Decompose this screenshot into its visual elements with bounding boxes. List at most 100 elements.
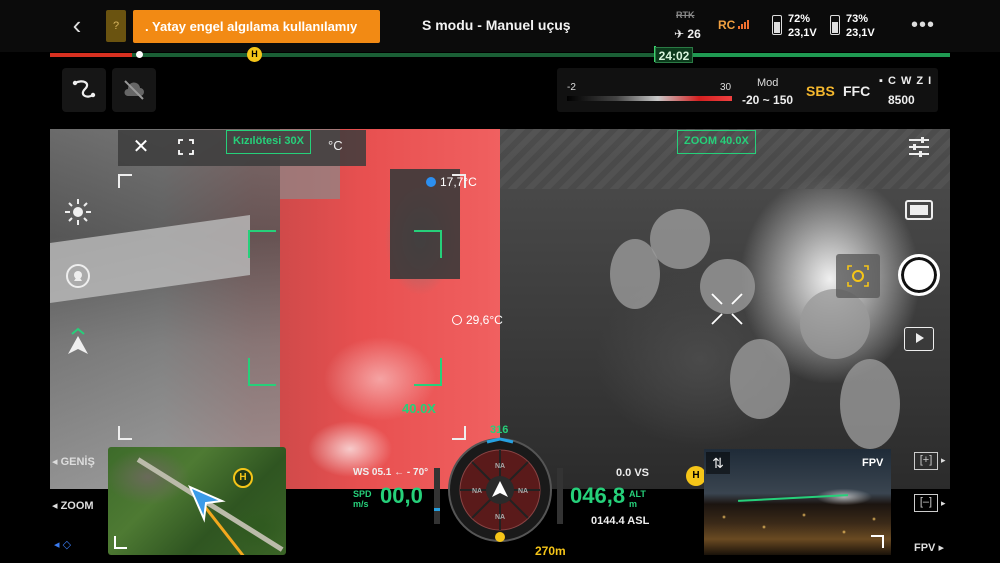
scene-person — [840, 359, 900, 449]
attitude-compass[interactable]: NA NA NA NA — [447, 437, 553, 543]
flight-route-button[interactable] — [62, 68, 106, 112]
city-lights — [704, 507, 891, 555]
wind-speed: WS 05.1 ← - 70° — [353, 467, 429, 478]
temp-unit: °C — [328, 138, 343, 153]
altitude-asl: 0144.4 ASL — [591, 515, 650, 527]
wide-lens-button[interactable]: ◂ GENİŞ — [52, 455, 95, 468]
altitude-gauge — [557, 468, 563, 524]
link-lens-icon — [847, 265, 869, 287]
altitude-label: ALT m — [629, 489, 646, 509]
battery-icon — [830, 15, 840, 35]
target-icon — [66, 264, 90, 288]
arrow-up-icon — [68, 327, 88, 354]
gain-mode-range[interactable]: -20 ~ 150 — [742, 93, 793, 107]
expand-fpv-icon[interactable] — [868, 533, 886, 551]
temp-marker-icon — [426, 177, 436, 187]
sun-icon — [65, 199, 91, 225]
settings-sliders-icon[interactable] — [906, 134, 932, 165]
scene-person — [610, 239, 660, 309]
compass-na-label: NA — [472, 488, 482, 495]
home-point-marker: H — [247, 47, 262, 62]
temp-marker-icon — [452, 315, 462, 325]
cloud-sync-button[interactable] — [112, 68, 156, 112]
home-point-icon: H — [686, 466, 706, 486]
lens-select-button[interactable] — [836, 254, 880, 298]
horizontal-speed: 00,0 — [380, 483, 423, 508]
thermal-zoom-label[interactable]: Kızılötesi 30X — [226, 130, 311, 154]
zoom-out-button[interactable]: [–] — [914, 494, 938, 512]
takeoff-button[interactable] — [62, 326, 96, 360]
thermal-settings-panel[interactable]: -2 30 Mod -20 ~ 150 SBS FFC ▪ C W Z I 85… — [557, 68, 938, 112]
fullscreen-icon[interactable] — [170, 131, 202, 163]
rtk-label: RTK — [676, 10, 695, 20]
back-icon[interactable]: ‹ — [62, 10, 92, 40]
home-distance: 270m — [535, 544, 566, 558]
warning-banner[interactable]: . Yatay engel algılama kullanılamıy — [133, 10, 380, 43]
aircraft-arrow-icon — [188, 485, 226, 523]
zoom-in-arrow-icon[interactable]: ▸ — [941, 455, 946, 466]
thermal-palette-bar[interactable] — [567, 96, 732, 101]
swap-view-icon[interactable]: ⇅ — [706, 452, 730, 474]
minimap[interactable] — [108, 447, 286, 555]
photo-mode-icon[interactable] — [904, 198, 934, 227]
close-icon[interactable]: ✕ — [125, 131, 157, 163]
gain-mode-label: Mod — [757, 77, 779, 89]
zoom-lens-button[interactable]: ◂ ZOOM — [52, 499, 94, 512]
fpv-toggle-button[interactable]: FPV ▸ — [914, 541, 944, 554]
temp-point-low: 29,6°C — [452, 313, 503, 327]
zoom-factor: 40.0X — [402, 401, 436, 416]
sbs-toggle[interactable]: SBS — [806, 83, 835, 99]
compass-collapse-icon[interactable]: ◂ ◇ — [54, 538, 71, 551]
satellite-icon: ✈ — [674, 27, 688, 41]
warning-indicator[interactable]: ? — [106, 10, 126, 42]
altitude-value: 046,8 — [570, 483, 626, 508]
battery-icon — [772, 15, 782, 35]
battery-1-voltage: 23,1V — [788, 27, 817, 39]
scene-person — [650, 209, 710, 269]
zoom-camera-label[interactable]: ZOOM 40.0X — [677, 130, 756, 154]
expand-map-icon[interactable] — [112, 533, 130, 551]
zoom-out-arrow-icon[interactable]: ▸ — [941, 498, 946, 509]
speed-gauge — [434, 468, 440, 524]
rc-signal-bars-icon — [738, 19, 750, 29]
compass-na-label: NA — [495, 463, 505, 470]
route-icon — [72, 80, 96, 98]
horizon-line — [738, 494, 848, 502]
flight-mode-label[interactable]: S modu - Manuel uçuş — [422, 17, 571, 33]
shutter-button[interactable] — [898, 254, 940, 296]
more-menu-icon[interactable]: ••• — [910, 12, 936, 38]
fpv-label: FPV — [862, 457, 884, 469]
light-settings-button[interactable] — [62, 196, 96, 230]
rtk-status[interactable]: RTK ✈ 26 — [672, 10, 706, 44]
cloud-off-icon — [124, 80, 144, 100]
scene-person — [730, 339, 790, 419]
heading-value: 316 — [490, 424, 509, 436]
vertical-speed: 0.0 VS — [616, 467, 650, 479]
home-point-map-icon: H — [233, 468, 253, 488]
battery-2-voltage: 23,1V — [846, 27, 875, 39]
remaining-segment — [655, 53, 950, 57]
compass-na-label: NA — [518, 488, 528, 495]
iso-value: 8500 — [888, 93, 915, 107]
battery-critical-segment — [50, 53, 132, 57]
scene-person — [800, 289, 870, 359]
point-of-interest-button[interactable] — [62, 260, 96, 294]
temp-range-max: 30 — [720, 82, 732, 93]
camera-lock-icon: ▪ — [879, 75, 888, 87]
zoom-in-button[interactable]: [+] — [914, 452, 938, 470]
compass-na-label: NA — [495, 514, 505, 521]
zoom-focus-frame — [248, 230, 442, 386]
rc-signal-label[interactable]: RC — [718, 18, 735, 32]
battery-1-percent: 72% — [788, 13, 811, 25]
playback-icon[interactable] — [904, 327, 934, 351]
landing-marker — [136, 51, 143, 58]
camera-settings-label[interactable]: ▪ C W Z I — [879, 75, 932, 87]
temp-range-min: -2 — [567, 82, 576, 93]
crosshair-icon — [711, 293, 743, 325]
speed-label: SPD m/s — [353, 489, 372, 509]
battery-2-percent: 73% — [846, 13, 869, 25]
remaining-flight-time: 24:02 — [655, 47, 693, 63]
temp-point-high: 17,7°C — [426, 175, 477, 189]
flight-progress-bar: H — [50, 46, 950, 62]
ffc-button[interactable]: FFC — [843, 83, 870, 99]
